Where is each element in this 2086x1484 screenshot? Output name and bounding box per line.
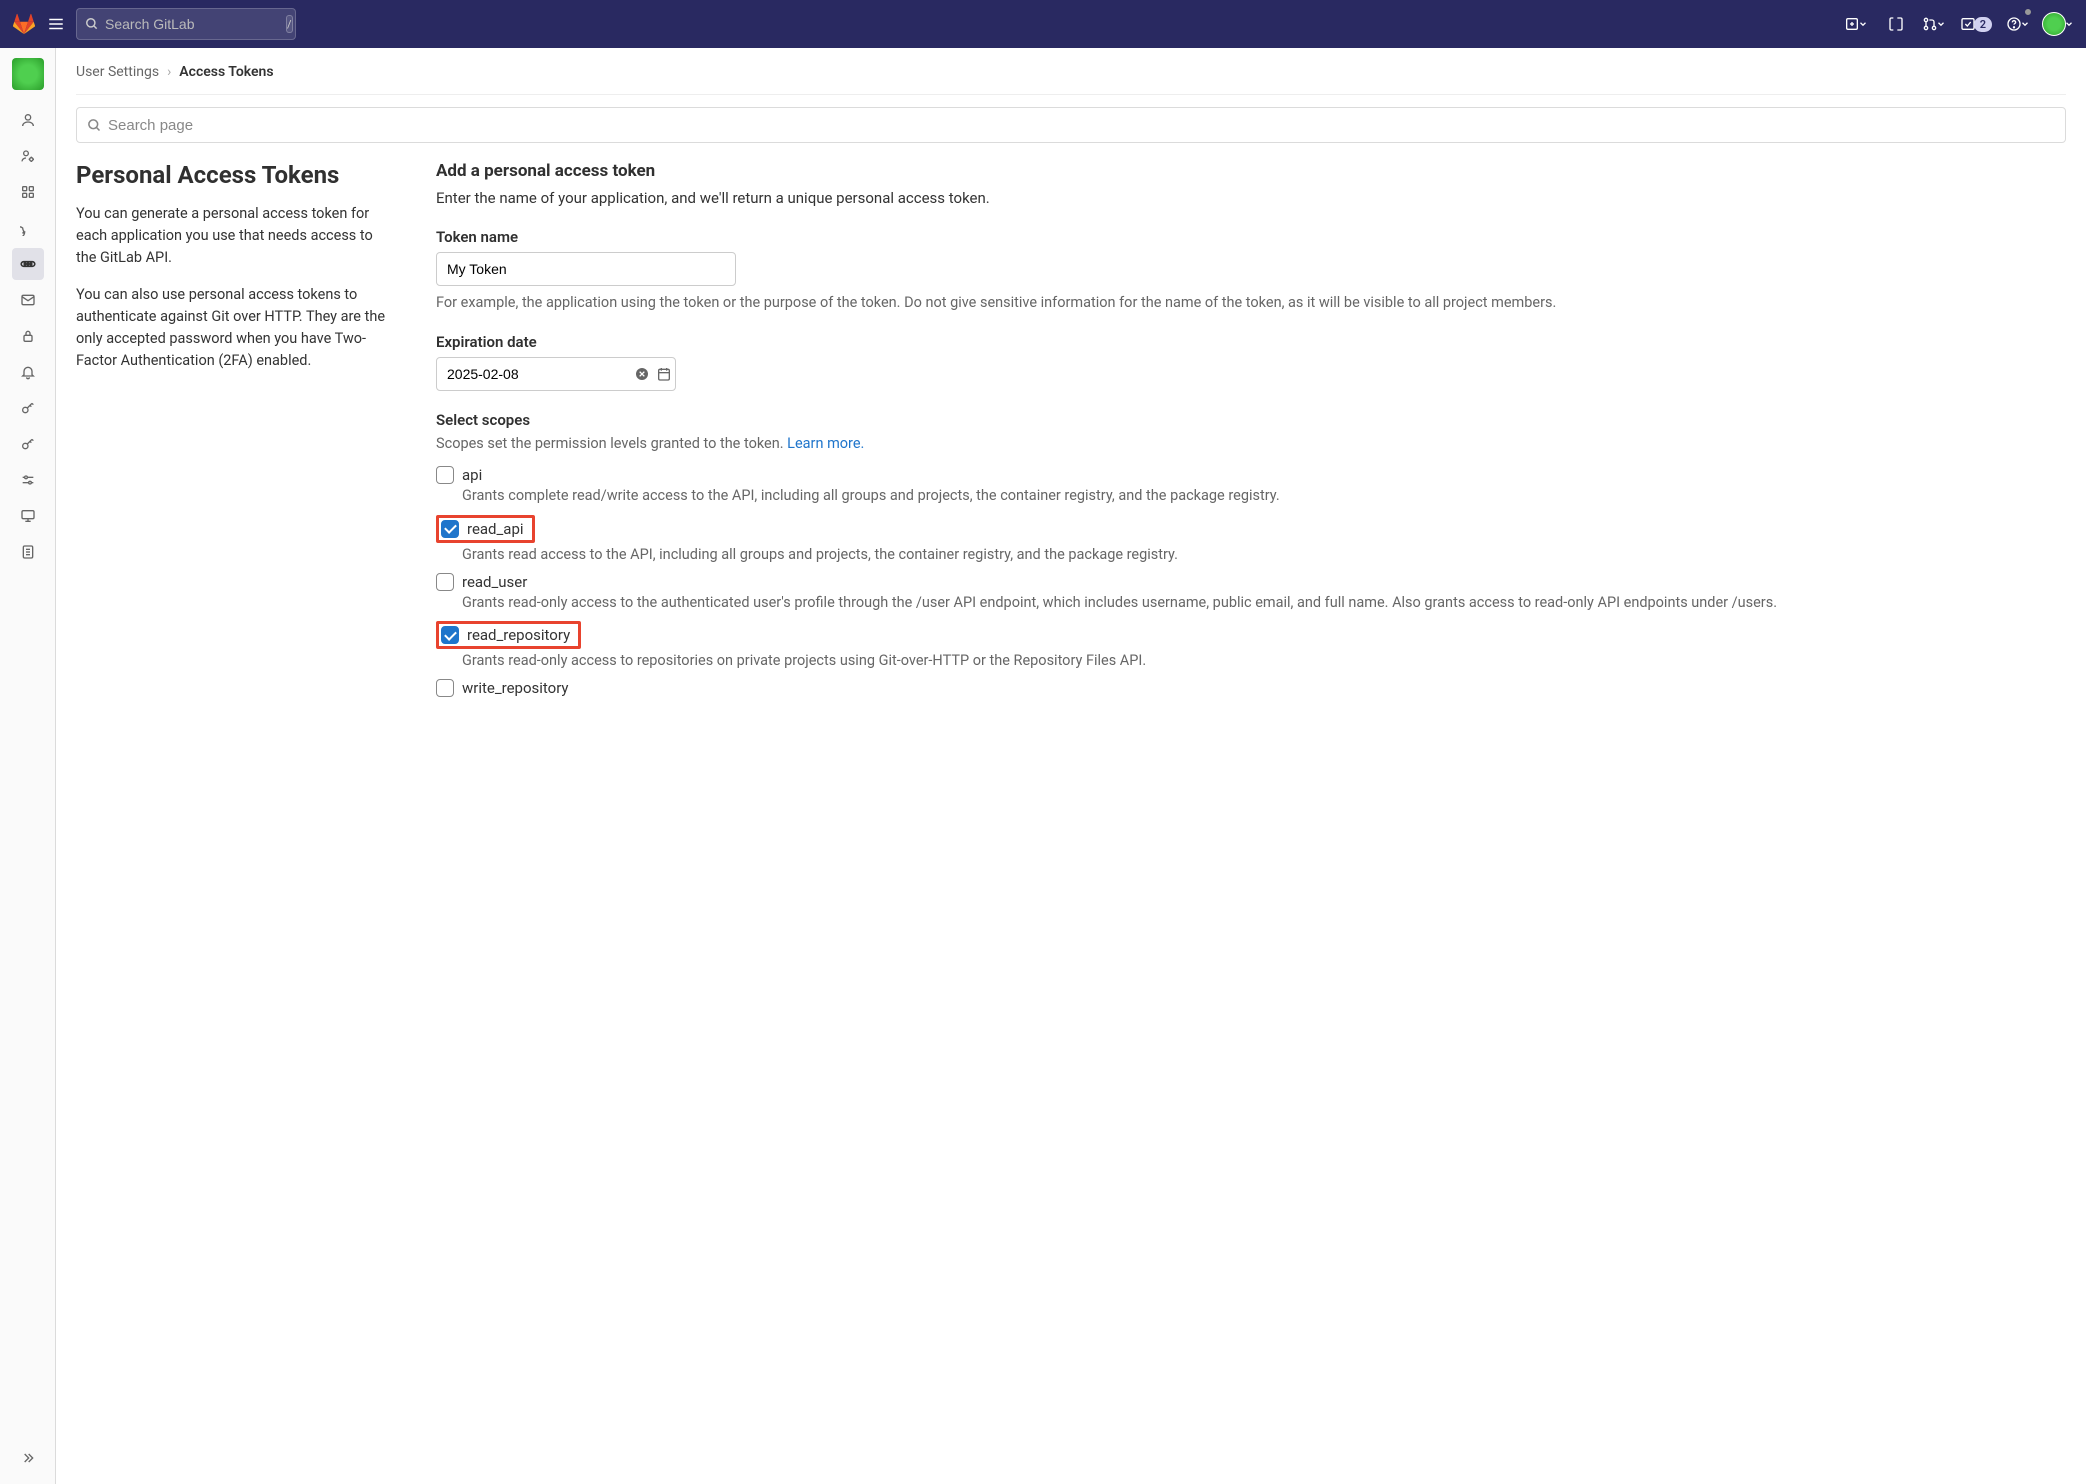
scope-item-read_repository: read_repository Grants read-only access t…	[436, 621, 2066, 671]
scope-checkbox-read_api[interactable]	[441, 520, 459, 538]
scope-item-read_user: read_user Grants read-only access to the …	[436, 573, 2066, 613]
global-search[interactable]: /	[76, 8, 296, 40]
scope-checkbox-read_user[interactable]	[436, 573, 454, 591]
scope-item-api: api Grants complete read/write access to …	[436, 466, 2066, 506]
sliders-icon	[20, 472, 36, 488]
expiration-input[interactable]	[447, 366, 628, 382]
chevron-down-icon	[1936, 19, 1946, 29]
sidebar-item-account[interactable]	[12, 140, 44, 172]
chat-icon	[20, 220, 36, 236]
sidebar-item-access-tokens[interactable]	[12, 248, 44, 280]
sidebar-item-notifications[interactable]	[12, 356, 44, 388]
lock-icon	[20, 328, 36, 344]
issues-link[interactable]	[1882, 10, 1910, 38]
breadcrumb-parent[interactable]: User Settings	[76, 64, 159, 80]
scope-name-label: read_api	[467, 520, 524, 538]
token-name-help: For example, the application using the t…	[436, 292, 2066, 314]
sidebar-item-chat[interactable]	[12, 212, 44, 244]
breadcrumb: User Settings › Access Tokens	[76, 64, 2066, 95]
global-search-input[interactable]	[105, 16, 286, 32]
scope-highlight: read_repository	[436, 621, 581, 649]
scope-description: Grants read-only access to repositories …	[462, 651, 2066, 671]
sidebar-item-profile[interactable]	[12, 104, 44, 136]
expiration-input-wrap[interactable]	[436, 357, 676, 391]
chevrons-right-icon	[20, 1450, 36, 1466]
sidebar-item-gpg-keys[interactable]	[12, 428, 44, 460]
topbar: / 2	[0, 0, 2086, 48]
search-icon	[87, 118, 102, 133]
page-title: Personal Access Tokens	[76, 161, 396, 189]
scopes-label: Select scopes	[436, 411, 2066, 429]
form-section-desc: Enter the name of your application, and …	[436, 187, 2066, 210]
sidebar-item-applications[interactable]	[12, 176, 44, 208]
chevron-down-icon	[1858, 19, 1868, 29]
scope-item-read_api: read_api Grants read access to the API, i…	[436, 515, 2066, 565]
scope-name-label: read_user	[462, 573, 527, 591]
sidebar-user-avatar[interactable]	[12, 58, 44, 90]
scope-name-label: read_repository	[467, 626, 570, 644]
create-new-dropdown[interactable]	[1842, 10, 1870, 38]
page-search[interactable]	[76, 107, 2066, 143]
key-icon	[20, 400, 36, 416]
person-gear-icon	[20, 148, 36, 164]
log-icon	[20, 544, 36, 560]
todos-link[interactable]: 2	[1958, 10, 1994, 38]
sidebar-item-password[interactable]	[12, 320, 44, 352]
calendar-icon[interactable]	[656, 366, 672, 382]
person-icon	[20, 112, 36, 128]
apps-icon	[20, 184, 36, 200]
sidebar-item-authentication-log[interactable]	[12, 536, 44, 568]
scope-checkbox-read_repository[interactable]	[441, 626, 459, 644]
todos-count-badge: 2	[1974, 17, 1992, 32]
sidebar-item-active-sessions[interactable]	[12, 500, 44, 532]
scopes-learn-more-link[interactable]: Learn more.	[787, 435, 864, 452]
scope-item-write_repository: write_repository	[436, 679, 2066, 697]
scope-name-label: api	[462, 466, 482, 484]
sidebar-item-emails[interactable]	[12, 284, 44, 316]
clear-date-icon[interactable]	[634, 366, 650, 382]
scope-highlight: read_api	[436, 515, 535, 543]
main-content: User Settings › Access Tokens Personal A…	[56, 48, 2086, 1484]
scope-description: Grants read access to the API, including…	[462, 545, 2066, 565]
sidebar-nav	[0, 48, 56, 1484]
form-section-title: Add a personal access token	[436, 161, 2066, 181]
page-description-2: You can also use personal access tokens …	[76, 284, 396, 371]
merge-requests-dropdown[interactable]	[1922, 10, 1946, 38]
gitlab-logo[interactable]	[12, 12, 36, 36]
sidebar-item-ssh-keys[interactable]	[12, 392, 44, 424]
bell-icon	[20, 364, 36, 380]
search-shortcut-key: /	[286, 15, 293, 33]
monitor-icon	[20, 508, 36, 524]
ellipsis-icon	[19, 255, 37, 273]
user-avatar	[2042, 12, 2066, 36]
expiration-label: Expiration date	[436, 333, 2066, 351]
help-notif-dot	[2024, 8, 2032, 16]
scope-checkbox-api[interactable]	[436, 466, 454, 484]
page-search-input[interactable]	[108, 117, 2055, 134]
hamburger-icon[interactable]	[44, 12, 68, 36]
help-dropdown[interactable]	[2006, 10, 2030, 38]
breadcrumb-current: Access Tokens	[179, 64, 273, 80]
key-icon	[20, 436, 36, 452]
sidebar-item-preferences[interactable]	[12, 464, 44, 496]
user-menu-dropdown[interactable]	[2042, 10, 2074, 38]
breadcrumb-separator: ›	[167, 64, 171, 80]
search-icon	[85, 17, 99, 31]
token-name-input[interactable]	[436, 252, 736, 286]
scope-name-label: write_repository	[462, 679, 569, 697]
scopes-desc: Scopes set the permission levels granted…	[436, 435, 2066, 452]
mail-icon	[20, 292, 36, 308]
page-description-1: You can generate a personal access token…	[76, 203, 396, 268]
scope-checkbox-write_repository[interactable]	[436, 679, 454, 697]
chevron-down-icon	[2020, 19, 2030, 29]
sidebar-collapse-toggle[interactable]	[12, 1442, 44, 1474]
token-name-label: Token name	[436, 228, 2066, 246]
scope-description: Grants complete read/write access to the…	[462, 486, 2066, 506]
scope-description: Grants read-only access to the authentic…	[462, 593, 2066, 613]
